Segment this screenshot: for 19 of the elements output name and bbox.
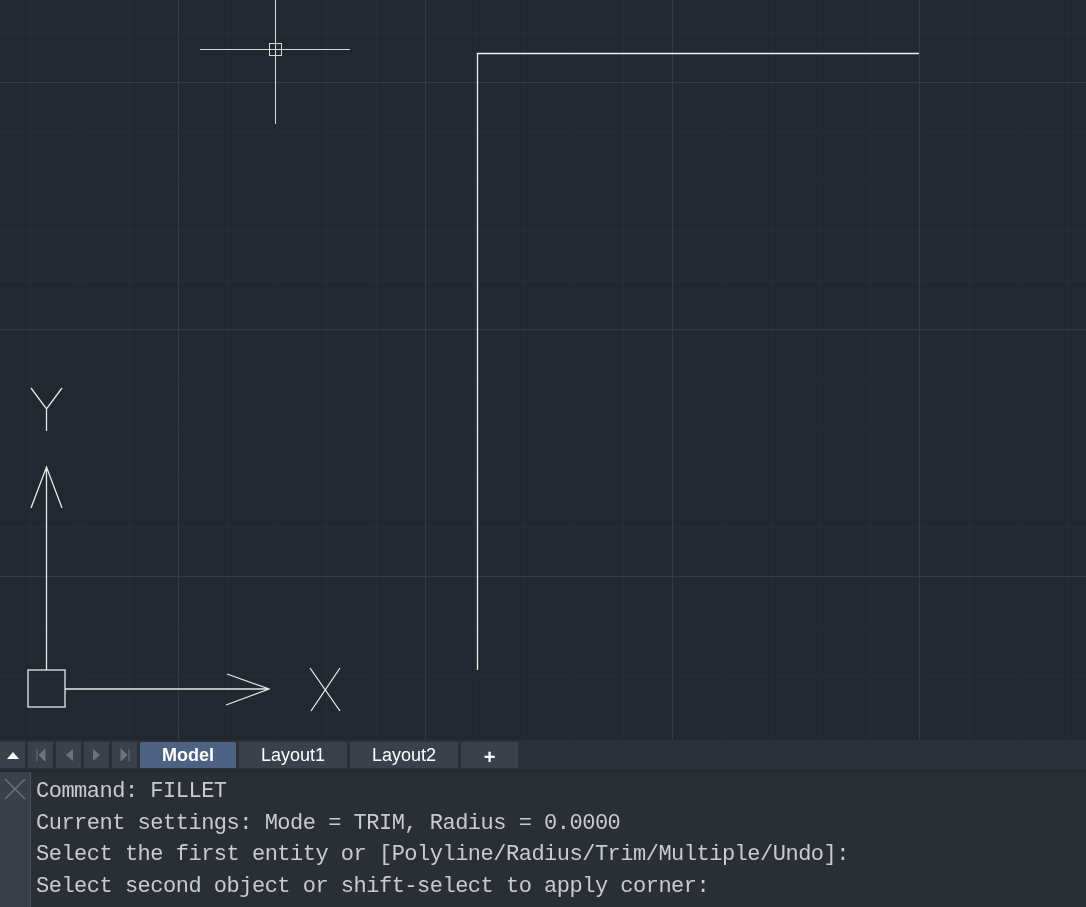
scroll-up-button[interactable] [0, 742, 25, 768]
command-line: Select the first entity or [Polyline/Radius/Trim/Multiple/Undo]: [36, 841, 849, 869]
close-icon[interactable] [4, 778, 26, 800]
triangle-left-icon [64, 749, 73, 761]
layout-tab[interactable]: Layout1 [239, 742, 348, 768]
triangle-right-icon [92, 749, 101, 761]
crosshair-cursor-icon [199, 0, 351, 125]
triangle-up-icon [6, 751, 19, 759]
skip-last-icon [119, 749, 130, 761]
skip-first-icon [35, 749, 46, 761]
command-line: Select second object or shift-select to apply corner: [36, 872, 711, 901]
command-line: Command: FILLET [36, 778, 228, 806]
layout-tab[interactable]: Layout2 [350, 742, 459, 768]
last-tab-button[interactable] [112, 742, 137, 768]
previous-tab-button[interactable] [56, 742, 81, 768]
new-layout-button[interactable]: + [461, 742, 519, 768]
next-tab-button[interactable] [84, 742, 109, 768]
command-line: Current settings: Mode = TRIM, Radius = 0.0000 [36, 809, 622, 838]
layout-tab[interactable]: Model [140, 742, 236, 768]
